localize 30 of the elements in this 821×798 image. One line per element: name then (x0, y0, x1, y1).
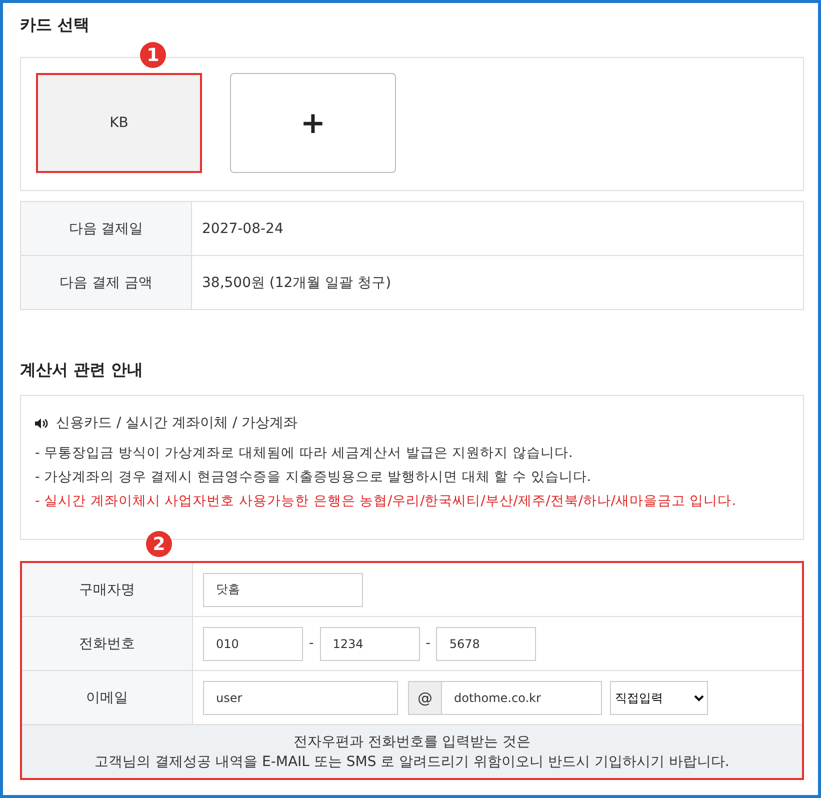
notice-text: - 실시간 계좌이체시 사업자번호 사용가능한 은행은 농협/우리/한국씨티/부산/제주/전북/하나/새마을금고 입니다. (35, 492, 738, 510)
card-option[interactable]: KB (36, 73, 202, 173)
input-field[interactable]: dothome.co.kr (442, 680, 602, 714)
notice-text: 전자우편과 전화번호를 입력받는 것은 (292, 732, 532, 750)
table-cell: 2027-08-24 (192, 202, 804, 256)
domain-select[interactable]: 직접입력 (610, 680, 708, 714)
step-marker: 2 (146, 531, 172, 557)
table-header-cell: 다음 결제일 (20, 202, 192, 256)
input-field[interactable]: 1234 (320, 626, 420, 660)
field-label: 이메일 (21, 670, 192, 724)
field-label: 구매자명 (21, 562, 192, 616)
section-title: 계산서 관련 안내 (20, 360, 144, 381)
table-header-cell: 다음 결제 금액 (20, 256, 192, 310)
notice-text: - 가상계좌의 경우 결제시 현금영수증을 지출증빙용으로 발행하시면 대체 할 수 있습니다. (35, 468, 592, 486)
speaker-icon (35, 418, 48, 428)
input-field[interactable]: 5678 (436, 626, 536, 660)
at-sign-label: @ (408, 680, 442, 714)
separator-text: - (309, 636, 314, 651)
step-marker: 1 (140, 42, 166, 68)
input-field[interactable]: user (203, 680, 398, 714)
input-field[interactable]: 010 (203, 626, 303, 660)
field-label: 전화번호 (21, 616, 192, 670)
add-card-button[interactable]: + (230, 73, 396, 173)
input-field[interactable]: 닷홈 (203, 572, 363, 606)
separator-text: - (426, 636, 430, 651)
table-cell: 38,500원 (12개월 일괄 청구) (192, 256, 804, 310)
notice-text: - 무통장입금 방식이 가상계좌로 대체됨에 따라 세금계산서 발급은 지원하지 않습니다. (35, 444, 574, 462)
section-title: 카드 선택 (20, 15, 91, 36)
notice-text: 고객님의 결제성공 내역을 E-MAIL 또는 SMS 로 알려드리기 위함이오니 반드시 기입하시기 바랍니다. (94, 752, 730, 770)
notice-heading: 신용카드 / 실시간 계좌이체 / 가상계좌 (56, 414, 298, 432)
